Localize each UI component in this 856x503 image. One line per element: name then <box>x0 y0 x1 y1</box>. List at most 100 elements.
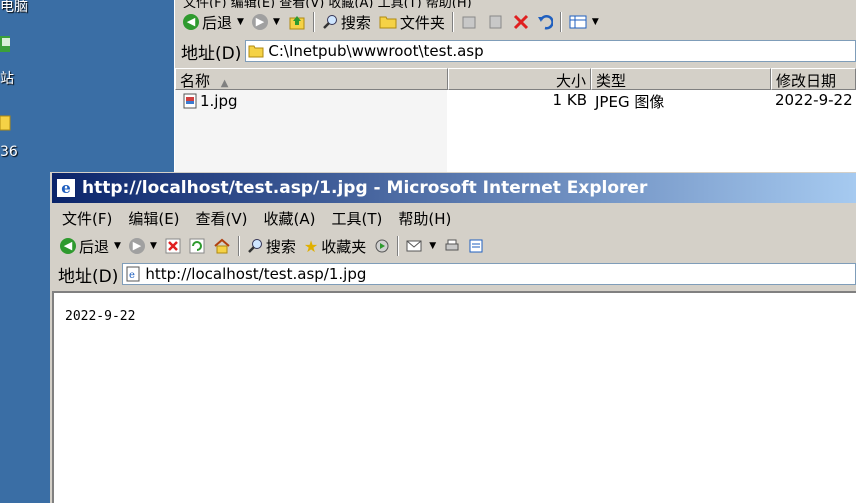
explorer-folders-label: 文件夹 <box>399 13 445 32</box>
ie-title-bar[interactable]: e http://localhost/test.asp/1.jpg - Micr… <box>52 173 856 203</box>
ie-address-input[interactable]: e http://localhost/test.asp/1.jpg <box>122 263 856 285</box>
menu-file[interactable]: 文件(F) <box>62 208 112 229</box>
explorer-menu-partial[interactable]: 文件(F) 编辑(E) 查看(V) 收藏(A) 工具(T) 帮助(H) <box>183 0 472 8</box>
sort-ascending-icon: ▲ <box>220 78 229 89</box>
ie-menu-bar: 文件(F) 编辑(E) 查看(V) 收藏(A) 工具(T) 帮助(H) <box>52 205 856 231</box>
chevron-down-icon[interactable]: ▼ <box>592 17 599 27</box>
desktop-label-computer[interactable]: 电脑 <box>0 0 28 16</box>
ie-window: e http://localhost/test.asp/1.jpg - Micr… <box>50 172 856 503</box>
ie-page-content: 2022-9-22 <box>52 291 856 503</box>
refresh-icon <box>189 238 205 254</box>
explorer-search-label: 搜索 <box>340 13 371 32</box>
media-button[interactable] <box>370 236 394 256</box>
views-button[interactable]: ▼ <box>565 13 603 31</box>
explorer-window: 文件(F) 编辑(E) 查看(V) 收藏(A) 工具(T) 帮助(H) ◀ 后退… <box>174 0 856 172</box>
move-to-icon <box>462 16 476 29</box>
home-button[interactable] <box>209 236 235 256</box>
back-arrow-icon: ◀ <box>183 14 199 30</box>
jpeg-file-icon <box>183 93 197 109</box>
column-header-name[interactable]: 名称 ▲ <box>175 68 448 90</box>
star-icon: ★ <box>303 236 319 256</box>
ie-address-value: http://localhost/test.asp/1.jpg <box>145 265 367 283</box>
toolbar-separator <box>397 236 400 256</box>
ie-search-button[interactable]: 搜索 <box>243 234 300 259</box>
undo-button[interactable] <box>533 12 557 32</box>
ie-address-bar: 地址(D) e http://localhost/test.asp/1.jpg <box>52 260 856 288</box>
file-type: JPEG 图像 <box>595 93 665 111</box>
file-row[interactable]: 1.jpg 1 KB JPEG 图像 2022-9-22 <box>175 90 856 112</box>
up-folder-button[interactable] <box>284 11 310 33</box>
chevron-down-icon[interactable]: ▼ <box>150 241 157 251</box>
views-icon <box>569 15 587 29</box>
menu-edit[interactable]: 编辑(E) <box>128 208 179 229</box>
ie-window-title: http://localhost/test.asp/1.jpg - Micros… <box>82 178 648 198</box>
desktop-label-36[interactable]: 36 <box>0 144 18 160</box>
explorer-forward-button[interactable]: ▶ ▼ <box>248 12 284 32</box>
ie-logo-icon[interactable]: e <box>56 178 76 198</box>
desktop-label-site[interactable]: 站 <box>0 68 14 88</box>
edit-page-icon <box>469 239 483 253</box>
menu-help[interactable]: 帮助(H) <box>398 208 451 229</box>
delete-icon <box>513 14 528 30</box>
menu-view[interactable]: 查看(V) <box>196 208 248 229</box>
stop-button[interactable] <box>161 236 185 256</box>
print-icon <box>445 239 459 251</box>
chevron-down-icon[interactable]: ▼ <box>114 241 121 251</box>
explorer-folders-button[interactable]: 文件夹 <box>375 10 449 35</box>
explorer-address-input[interactable]: C:\Inetpub\wwwroot\test.asp <box>245 40 856 62</box>
toolbar-separator <box>312 12 315 32</box>
move-to-button[interactable] <box>457 12 483 32</box>
network-icon[interactable] <box>0 34 52 60</box>
column-header-size[interactable]: 大小 <box>448 68 591 90</box>
copy-to-icon <box>489 15 502 29</box>
folders-icon <box>379 16 397 29</box>
file-list-header: 名称 ▲ 大小 类型 修改日期 <box>175 68 856 90</box>
chevron-down-icon[interactable]: ▼ <box>273 17 280 27</box>
folder-icon <box>248 45 264 58</box>
file-modified: 2022-9-22 <box>775 91 853 109</box>
print-button[interactable] <box>440 236 464 256</box>
column-header-modified[interactable]: 修改日期 <box>771 68 856 90</box>
column-name-label: 名称 <box>180 72 211 90</box>
folder-icon[interactable] <box>0 112 52 138</box>
file-name: 1.jpg <box>200 92 238 110</box>
menu-favorites[interactable]: 收藏(A) <box>264 208 316 229</box>
explorer-search-button[interactable]: 搜索 <box>318 10 375 35</box>
edit-button[interactable] <box>464 236 488 256</box>
back-arrow-icon: ◀ <box>60 238 76 254</box>
explorer-back-button[interactable]: ◀ 后退 ▼ <box>179 10 248 35</box>
column-size-label: 大小 <box>555 72 586 90</box>
ie-search-label: 搜索 <box>265 237 296 256</box>
delete-button[interactable] <box>509 12 533 32</box>
file-size: 1 KB <box>552 91 587 109</box>
refresh-button[interactable] <box>185 236 209 256</box>
file-list: 名称 ▲ 大小 类型 修改日期 1.jpg 1 KB JPEG 图像 2022-… <box>175 68 856 172</box>
explorer-address-bar: 地址(D) C:\Inetpub\wwwroot\test.asp <box>175 37 856 65</box>
copy-to-button[interactable] <box>483 12 509 32</box>
stop-icon <box>165 238 181 254</box>
file-name-cell: 1.jpg <box>175 90 448 112</box>
forward-arrow-icon: ▶ <box>128 238 145 254</box>
column-header-type[interactable]: 类型 <box>591 68 771 90</box>
explorer-toolbar: ◀ 后退 ▼ ▶ ▼ 搜索 文件夹 ▼ <box>175 8 856 36</box>
search-icon <box>247 239 262 253</box>
page-icon: e <box>126 266 140 282</box>
column-type-label: 类型 <box>596 72 627 90</box>
toolbar-separator <box>559 12 562 32</box>
page-text: 2022-9-22 <box>65 309 136 324</box>
ie-address-label: 地址(D) <box>58 266 119 287</box>
toolbar-separator <box>451 12 454 32</box>
toolbar-separator <box>237 236 240 256</box>
ie-back-label: 后退 <box>79 237 110 256</box>
column-modified-label: 修改日期 <box>776 72 837 90</box>
up-folder-icon <box>289 16 305 30</box>
mail-button[interactable]: ▼ <box>402 236 440 256</box>
ie-forward-button[interactable]: ▶ ▼ <box>125 236 161 256</box>
home-icon <box>214 238 230 254</box>
menu-tools[interactable]: 工具(T) <box>331 208 382 229</box>
favorites-button[interactable]: ★ 收藏夹 <box>300 234 370 259</box>
chevron-down-icon[interactable]: ▼ <box>237 17 244 27</box>
chevron-down-icon[interactable]: ▼ <box>429 241 436 251</box>
explorer-address-label: 地址(D) <box>181 43 242 64</box>
ie-back-button[interactable]: ◀ 后退 ▼ <box>56 234 125 259</box>
